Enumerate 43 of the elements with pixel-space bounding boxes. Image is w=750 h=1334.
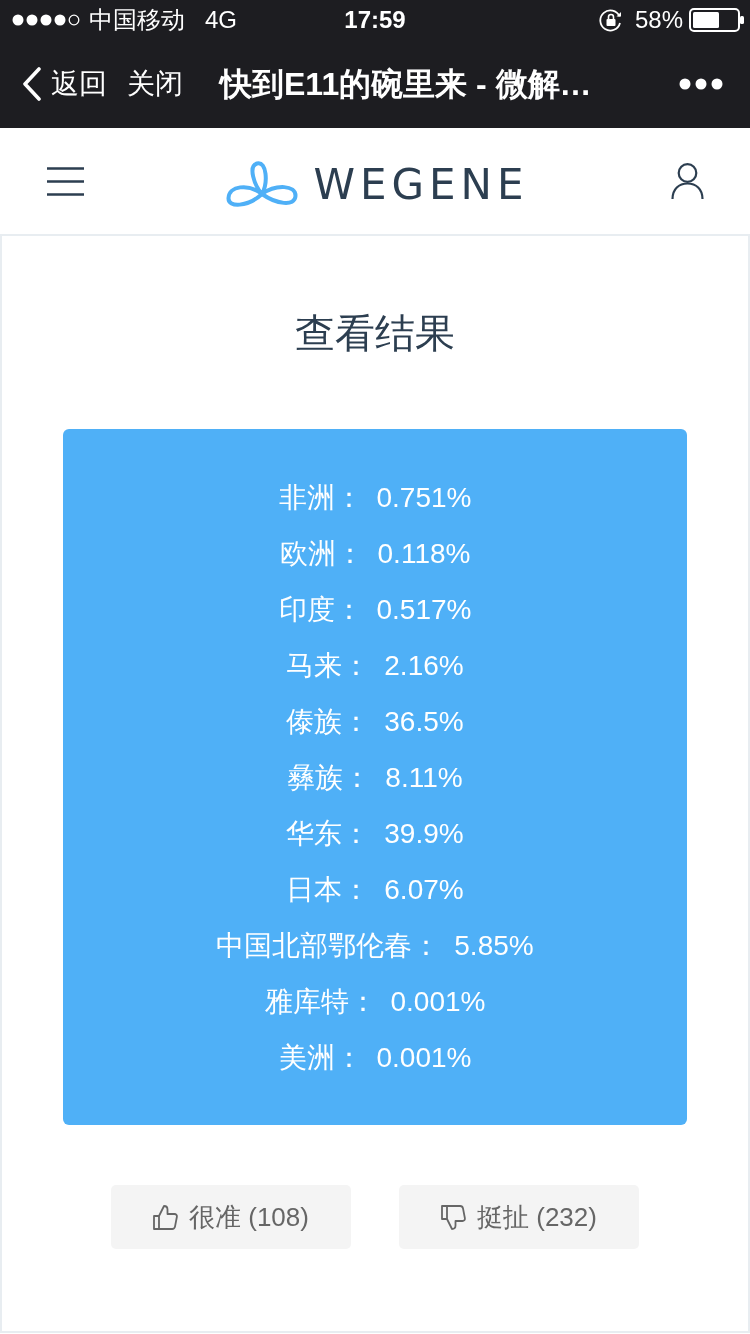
result-value: 36.5% [384, 705, 464, 739]
result-label: 傣族： [286, 705, 371, 739]
signal-strength-icon [12, 14, 80, 26]
menu-icon[interactable] [47, 166, 84, 196]
result-label: 雅库特： [264, 985, 377, 1019]
result-title: 查看结果 [294, 310, 456, 357]
feedback-button[interactable]: 很准 (108) [111, 1185, 351, 1249]
back-button[interactable]: 返回 [22, 66, 107, 102]
close-button[interactable]: 关闭 [127, 66, 183, 102]
result-value: 2.16% [384, 649, 464, 683]
result-label: 中国北部鄂伦春： [216, 929, 441, 963]
more-icon[interactable] [679, 78, 723, 90]
logo-icon [226, 161, 299, 209]
user-icon[interactable] [671, 163, 704, 199]
result-value: 0.001% [390, 985, 486, 1019]
result-label: 非洲： [278, 481, 363, 515]
result-label: 美洲： [278, 1041, 363, 1075]
network-type: 4G [205, 6, 237, 34]
result-label: 彝族： [287, 761, 372, 795]
page-title: 快到E11的碗里来 - 微解… [220, 65, 592, 104]
result-label: 华东： [286, 817, 371, 851]
result-label: 马来： [286, 649, 371, 683]
battery-icon [689, 8, 745, 32]
thumbs-down-icon [441, 1203, 468, 1231]
result-value: 0.517% [376, 593, 472, 627]
carrier-name: 中国移动 [89, 6, 185, 34]
feedback-button[interactable]: 挺扯 (232) [399, 1185, 639, 1249]
clock-time: 17:59 [344, 6, 406, 34]
rotation-lock-icon [598, 8, 623, 32]
result-value: 6.07% [384, 873, 464, 907]
result-value: 8.11% [385, 761, 463, 795]
thumbs-up-icon [153, 1203, 180, 1231]
chevron-left-icon [22, 67, 42, 101]
result-value: 39.9% [384, 817, 464, 851]
result-value: 0.751% [376, 481, 472, 515]
result-value: 0.001% [376, 1041, 472, 1075]
battery-percent: 58% [634, 6, 683, 34]
result-label: 印度： [278, 593, 363, 627]
result-label: 欧洲： [279, 537, 364, 571]
result-label: 日本： [286, 873, 371, 907]
logo-text: WEGENE [313, 160, 529, 210]
result-value: 5.85% [454, 929, 534, 963]
result-value: 0.118% [377, 537, 471, 571]
